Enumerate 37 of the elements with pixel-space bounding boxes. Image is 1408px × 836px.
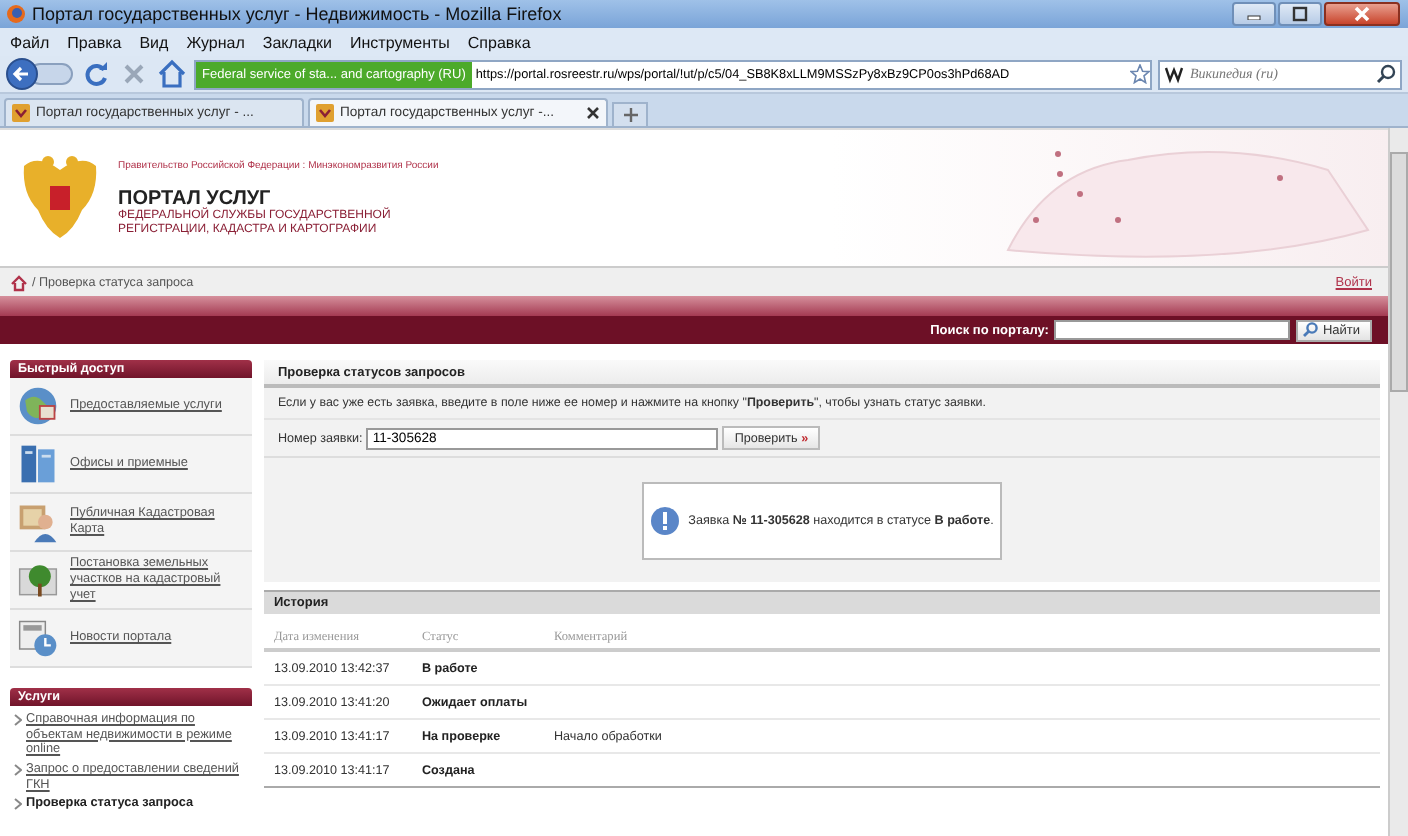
menu-item[interactable]: Вид — [139, 33, 169, 51]
star-icon[interactable] — [1130, 64, 1150, 84]
close-tab-icon[interactable] — [586, 106, 600, 120]
home-icon[interactable] — [156, 58, 188, 90]
reload-icon[interactable] — [80, 58, 112, 90]
search-icon — [1302, 322, 1319, 338]
servers-icon — [16, 442, 60, 486]
menu-item[interactable]: Журнал — [186, 33, 245, 51]
menu-item[interactable]: Файл — [10, 33, 50, 51]
close-icon — [1354, 6, 1370, 22]
window-title: Портал государственных услуг - Недвижимость - Mozilla Firefox — [32, 4, 564, 24]
site-favicon-icon — [316, 104, 334, 122]
home-icon[interactable] — [10, 273, 28, 291]
back-button[interactable] — [6, 58, 74, 90]
menu-item[interactable]: Правка — [67, 33, 122, 51]
close-button[interactable] — [1324, 2, 1400, 26]
site-favicon-icon — [12, 104, 30, 122]
menu-item[interactable]: Закладки — [262, 33, 333, 51]
portal-title: ПОРТАЛ УСЛУГ — [118, 187, 271, 210]
globe-icon — [16, 384, 60, 428]
bullet-icon — [14, 764, 22, 777]
new-tab-button[interactable] — [612, 102, 648, 126]
portal-search-field[interactable] — [1054, 320, 1291, 340]
menu-item[interactable]: Инструменты — [350, 33, 450, 51]
browser-logo-icon — [6, 4, 26, 24]
menu-item[interactable]: Справка — [467, 33, 531, 51]
plus-icon — [623, 108, 637, 122]
map-person-icon — [16, 500, 60, 544]
wikipedia-w-icon — [1164, 64, 1184, 84]
bullet-icon — [14, 714, 22, 726]
search-icon[interactable] — [1376, 64, 1396, 84]
bullet-icon — [14, 798, 22, 811]
maximize-button[interactable] — [1278, 2, 1322, 26]
exclamation-icon — [650, 505, 681, 535]
news-clock-icon — [16, 616, 60, 660]
maximize-icon — [1292, 6, 1308, 22]
scrollbar[interactable] — [1388, 128, 1408, 836]
